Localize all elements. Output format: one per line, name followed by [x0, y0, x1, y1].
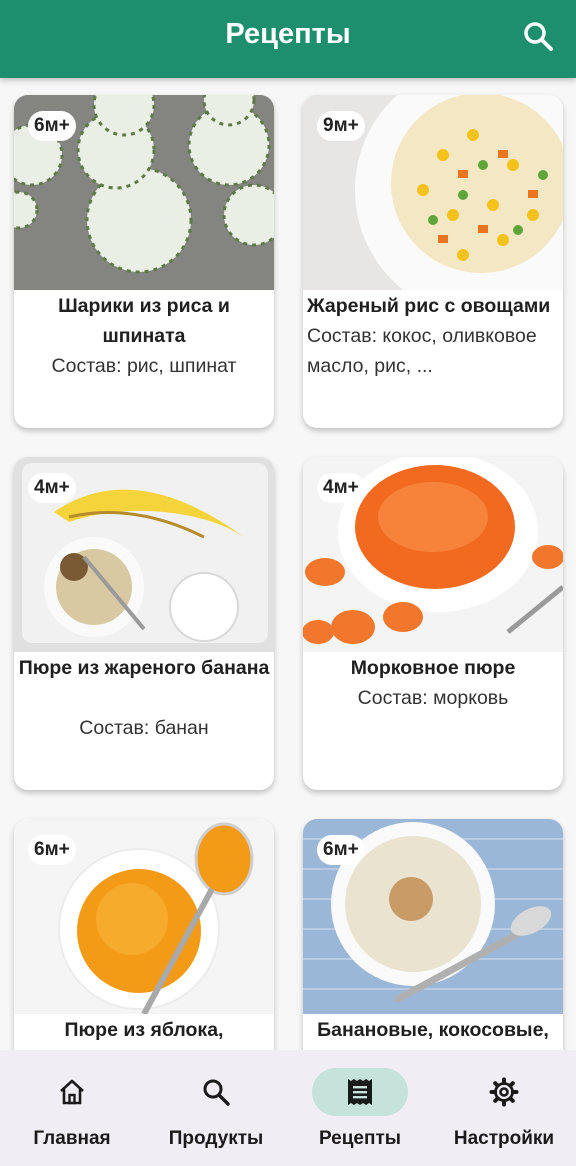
recipe-image-rice-spinach-balls: 6м+ — [14, 95, 274, 290]
recipe-title: Шарики из риса и шпината — [58, 295, 230, 347]
recipe-card[interactable]: 6м+ Пюре из яблока, — [14, 819, 274, 1050]
recipe-image-fried-rice-vegetables: 9м+ — [303, 95, 563, 290]
nav-label: Настройки — [453, 1128, 555, 1149]
age-badge: 4м+ — [317, 473, 365, 503]
home-icon — [57, 1077, 87, 1107]
search-icon[interactable] — [522, 20, 556, 54]
nav-item-settings[interactable]: Настройки — [432, 1050, 576, 1166]
recipe-description: Состав: рис, шпинат — [51, 355, 237, 377]
recipe-card[interactable]: 4м+ Пюре из жареного банана Состав: бана… — [14, 457, 274, 790]
nav-label: Продукты — [168, 1128, 264, 1149]
age-badge: 6м+ — [28, 835, 76, 865]
recipe-image-banana-puree: 4м+ — [14, 457, 274, 652]
recipe-title: Пюре из яблока, — [64, 1019, 224, 1041]
recipe-title: Банановые, кокосовые, — [317, 1019, 549, 1041]
age-badge: 6м+ — [317, 835, 365, 865]
age-badge: 6м+ — [28, 111, 76, 141]
bottom-navigation: Главная Продукты Рецепты Настройки — [0, 1050, 576, 1166]
recipe-card[interactable]: 9м+ Жареный рис с овощами Состав: кокос,… — [303, 95, 563, 428]
recipe-title: Жареный рис с овощами — [307, 295, 551, 317]
recipe-card[interactable]: 4м+ Морковное пюре Состав: морковь — [303, 457, 563, 790]
nav-item-products[interactable]: Продукты — [144, 1050, 288, 1166]
recipe-description: Состав: кокос, оливковое масло, рис, ... — [307, 325, 537, 377]
age-badge: 4м+ — [28, 473, 76, 503]
nav-label: Главная — [33, 1128, 111, 1149]
receipt-icon — [345, 1077, 375, 1107]
age-badge: 9м+ — [317, 111, 365, 141]
recipe-image-carrot-puree: 4м+ — [303, 457, 563, 652]
app-bar: Рецепты — [0, 0, 576, 78]
recipe-card[interactable]: 6м+ Банановые, кокосовые, — [303, 819, 563, 1050]
page-title: Рецепты — [225, 18, 351, 50]
recipe-image-banana-coconut-porridge: 6м+ — [303, 819, 563, 1014]
nav-item-recipes[interactable]: Рецепты — [288, 1050, 432, 1166]
gear-icon — [489, 1077, 519, 1107]
nav-item-home[interactable]: Главная — [0, 1050, 144, 1166]
nav-label: Рецепты — [318, 1128, 402, 1149]
recipe-card[interactable]: 6м+ Шарики из риса и шпината Состав: рис… — [14, 95, 274, 428]
recipe-description: Состав: морковь — [357, 687, 509, 709]
search-icon — [201, 1077, 231, 1107]
recipe-description: Состав: банан — [79, 717, 209, 739]
recipe-image-apple-puree: 6м+ — [14, 819, 274, 1014]
recipe-title: Морковное пюре — [350, 657, 516, 679]
recipe-grid: 6м+ Шарики из риса и шпината Состав: рис… — [0, 78, 576, 1050]
recipe-title: Пюре из жареного банана — [18, 657, 270, 679]
